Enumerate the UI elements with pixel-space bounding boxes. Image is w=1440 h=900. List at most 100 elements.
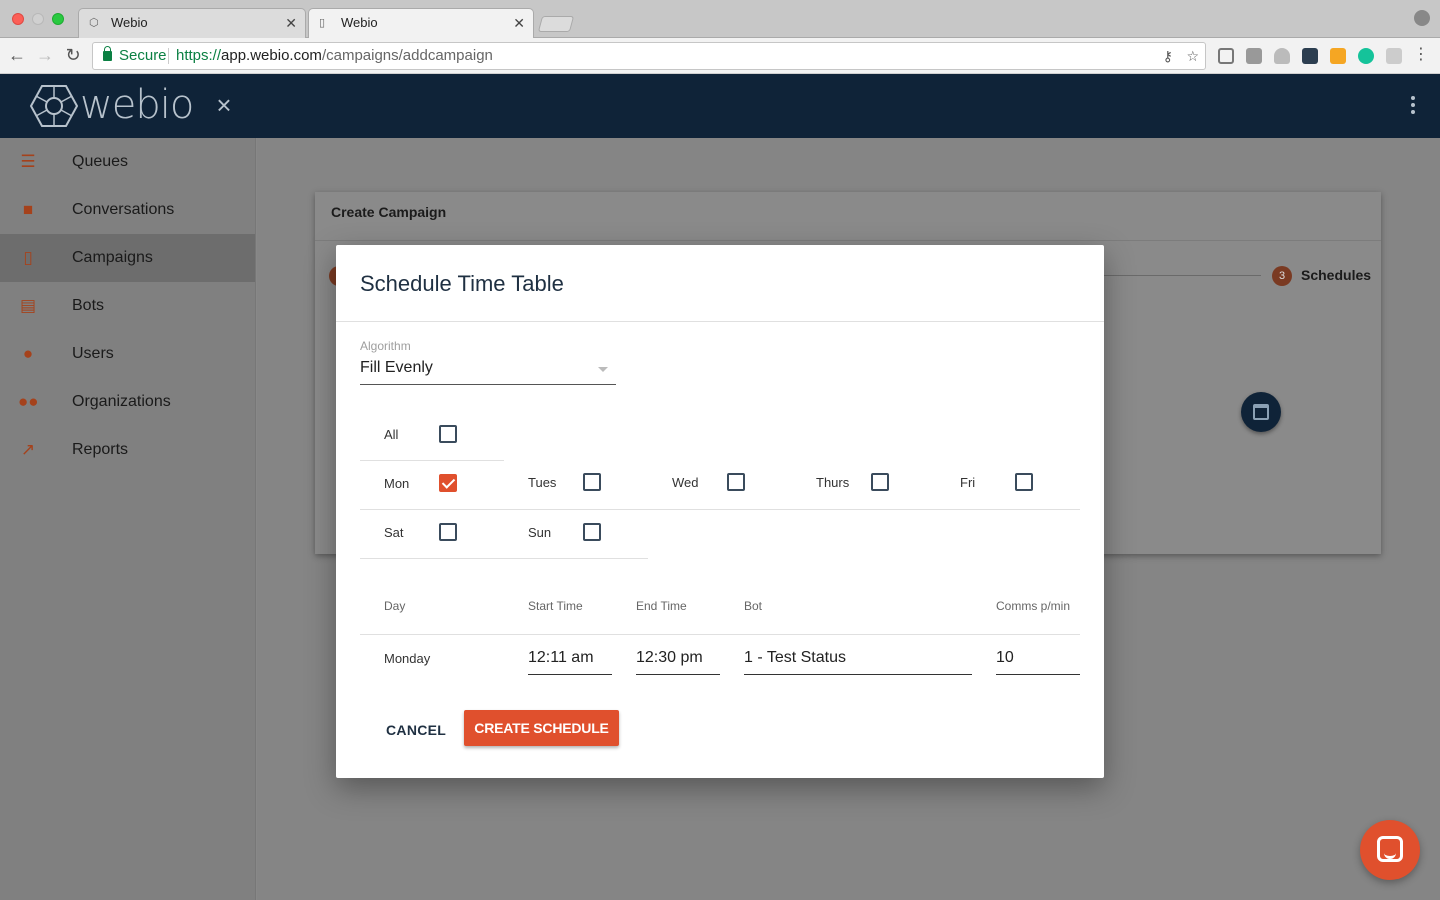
saturday-checkbox[interactable]	[439, 523, 457, 541]
stepper-connector	[1103, 275, 1261, 276]
day-label: Tues	[528, 475, 557, 490]
tab-close-icon[interactable]: ✕	[513, 9, 525, 37]
page-favicon-icon: ▯	[319, 17, 326, 29]
g-extension-icon[interactable]	[1386, 48, 1402, 64]
cast-icon[interactable]	[1218, 48, 1234, 64]
column-header-bot: Bot	[744, 599, 763, 613]
dropdown-caret-icon	[598, 367, 608, 372]
url-separator	[168, 48, 169, 64]
divider	[360, 634, 1080, 635]
sidebar-item-label: Users	[72, 345, 114, 362]
sidebar-item-conversations[interactable]: ■ Conversations	[0, 186, 255, 234]
column-header-comms: Comms p/min	[996, 599, 1071, 613]
sidebar-item-queues[interactable]: ☰ Queues	[0, 138, 255, 186]
step-label: Schedules	[1301, 267, 1372, 283]
sidebar-item-organizations[interactable]: ●● Organizations	[0, 378, 255, 426]
start-time-input[interactable]: 12:11 am	[528, 645, 612, 675]
app-header: webio ×	[0, 74, 1440, 138]
cancel-button[interactable]: CANCEL	[374, 715, 458, 745]
day-label: Wed	[672, 475, 699, 490]
sidebar-item-label: Queues	[72, 153, 129, 170]
drive-icon[interactable]	[1274, 48, 1290, 64]
reload-icon[interactable]: ↻	[62, 44, 84, 66]
chat-launcher-button[interactable]	[1360, 820, 1420, 880]
wednesday-checkbox[interactable]	[727, 473, 745, 491]
tab-title: Webio	[341, 15, 378, 30]
sidebar-item-label: Reports	[72, 441, 129, 458]
tab-title: Webio	[111, 15, 148, 30]
window-close-button[interactable]	[12, 13, 24, 25]
phone-signal-icon: ▯	[23, 248, 33, 267]
algorithm-select[interactable]: Fill Evenly	[360, 357, 616, 385]
thursday-checkbox[interactable]	[871, 473, 889, 491]
bookmark-star-icon[interactable]: ☆	[1186, 43, 1199, 69]
column-header-end-time: End Time	[636, 599, 687, 613]
day-label: Thurs	[816, 475, 850, 490]
sidebar-item-label: Organizations	[72, 393, 171, 410]
window-maximize-button[interactable]	[52, 13, 64, 25]
sidebar-item-campaigns[interactable]: ▯ Campaigns	[0, 234, 255, 282]
forward-arrow-icon[interactable]: →	[34, 44, 56, 66]
friday-checkbox[interactable]	[1015, 473, 1033, 491]
key-icon[interactable]: ⚷	[1163, 43, 1173, 69]
browser-toolbar: ← → ↻ Secure https://app.webio.com/campa…	[0, 38, 1440, 74]
secure-indicator[interactable]: Secure	[101, 43, 167, 69]
day-option-fri: Fri	[936, 459, 1080, 507]
url-path: /campaigns/addcampaign	[321, 47, 493, 64]
day-option-tues: Tues	[504, 459, 648, 507]
sidebar-item-reports[interactable]: ↗ Reports	[0, 426, 255, 474]
extension-icon[interactable]	[1246, 48, 1262, 64]
browser-tab-bar: ⬡ Webio ✕ ▯ Webio ✕	[0, 0, 1440, 38]
sidebar-item-users[interactable]: ● Users	[0, 330, 255, 378]
all-days-checkbox[interactable]	[439, 425, 457, 443]
chat-bubbles-icon: ■	[22, 200, 34, 219]
extension-dots-icon[interactable]	[1302, 48, 1318, 64]
day-option-all: All	[360, 411, 504, 459]
row-day: Monday	[384, 651, 431, 666]
tuesday-checkbox[interactable]	[583, 473, 601, 491]
browser-menu-icon[interactable]: ⋮	[1410, 44, 1432, 66]
lock-icon	[103, 46, 112, 61]
window-minimize-button[interactable]	[32, 13, 44, 25]
grammarly-icon[interactable]	[1358, 48, 1374, 64]
bot-select[interactable]: 1 - Test Status	[744, 645, 972, 675]
algorithm-value: Fill Evenly	[360, 359, 433, 376]
day-label: All	[384, 427, 399, 442]
back-arrow-icon[interactable]: ←	[6, 44, 28, 66]
url-text: https://app.webio.com/campaigns/addcampa…	[176, 43, 493, 69]
drawer-close-icon[interactable]: ×	[212, 90, 236, 120]
column-header-day: Day	[384, 599, 406, 613]
chat-icon	[1377, 836, 1403, 862]
profile-icon[interactable]	[1414, 10, 1430, 26]
monday-checkbox[interactable]	[439, 474, 457, 492]
schedule-dialog: Schedule Time Table Algorithm Fill Evenl…	[336, 245, 1104, 778]
webio-favicon-icon: ⬡	[89, 17, 99, 29]
url-scheme: https://	[176, 47, 222, 64]
address-bar[interactable]: Secure https://app.webio.com/campaigns/a…	[92, 42, 1206, 70]
dialog-title: Schedule Time Table	[360, 271, 564, 296]
secure-label: Secure	[119, 47, 167, 64]
calendar-button[interactable]	[1241, 392, 1281, 432]
sidebar-item-bots[interactable]: ▤ Bots	[0, 282, 255, 330]
logo-text: webio	[80, 82, 194, 128]
new-tab-button[interactable]	[537, 16, 575, 32]
url-host: app.webio.com	[221, 47, 322, 64]
comms-per-min-input[interactable]: 10	[996, 645, 1080, 675]
sidebar: ☰ Queues ■ Conversations ▯ Campaigns ▤ B…	[0, 138, 256, 900]
end-time-input[interactable]: 12:30 pm	[636, 645, 720, 675]
tab-close-icon[interactable]: ✕	[285, 9, 297, 37]
browser-tab[interactable]: ⬡ Webio ✕	[78, 8, 306, 38]
list-icon: ☰	[20, 152, 36, 171]
sunday-checkbox[interactable]	[583, 523, 601, 541]
message-icon: ▤	[19, 296, 37, 315]
plus-extension-icon[interactable]	[1330, 48, 1346, 64]
day-label: Sun	[528, 525, 552, 540]
calendar-icon	[1253, 404, 1269, 420]
browser-tab-active[interactable]: ▯ Webio ✕	[308, 8, 534, 38]
day-option-sun: Sun	[504, 509, 648, 557]
people-icon: ●●	[18, 392, 39, 411]
create-schedule-button[interactable]: CREATE SCHEDULE	[464, 710, 619, 746]
app-menu-icon[interactable]	[1410, 96, 1416, 116]
day-label: Mon	[384, 476, 410, 491]
sidebar-item-label: Bots	[72, 297, 105, 314]
